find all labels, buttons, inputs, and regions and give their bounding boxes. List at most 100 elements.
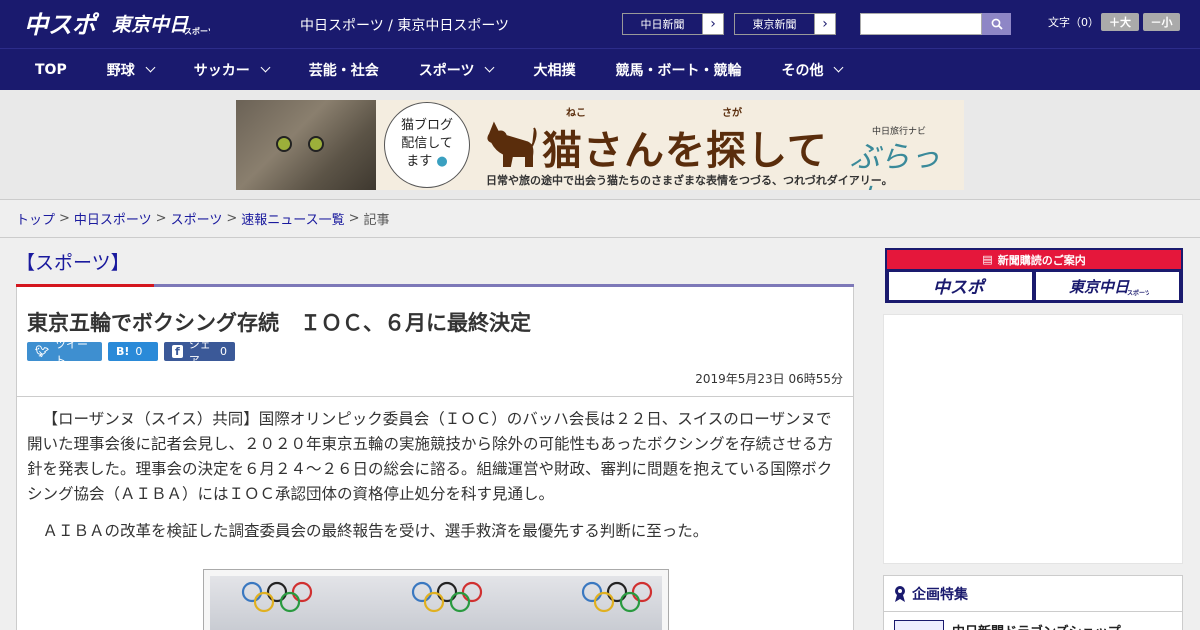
olympic-rings-icon xyxy=(241,581,313,613)
subscribe-tokyo-chunichi-link[interactable]: 東京中日 スポーツ xyxy=(1036,272,1179,300)
paw-icon: ● xyxy=(436,154,448,169)
breadcrumb-link[interactable]: 速報ニュース一覧 xyxy=(241,209,344,228)
cat-eye xyxy=(276,136,292,152)
cat-blog-banner-ad[interactable]: 猫ブログ 配信して ます ● ねこ さが 猫さんを探して 日常や旅の途中で出会う… xyxy=(236,100,964,190)
subscription-heading: ▤ 新聞購読のご案内 xyxy=(887,250,1181,269)
svg-text:スポーツ: スポーツ xyxy=(184,26,210,36)
cat-eye xyxy=(308,136,324,152)
feature-thumbnail xyxy=(894,620,944,630)
feature-box: 企画特集 中日新聞ドラゴンズショップ xyxy=(883,575,1183,630)
breadcrumb: トップ > 中日スポーツ > スポーツ > 速報ニュース一覧 > 記事 xyxy=(0,200,1200,238)
feature-item-label: 中日新聞ドラゴンズショップ xyxy=(952,621,1121,630)
olympic-rings-icon xyxy=(581,581,653,613)
facebook-icon: f xyxy=(172,345,183,358)
nav-item-label: TOP xyxy=(35,61,67,78)
nav-item-soccer[interactable]: サッカー xyxy=(193,60,271,80)
breadcrumb-link[interactable]: 中日スポーツ xyxy=(74,209,152,228)
breadcrumb-link[interactable]: スポーツ xyxy=(171,209,223,228)
twitter-icon: 🐦︎ xyxy=(35,345,49,358)
facebook-share-button[interactable]: f シェア 0 xyxy=(164,338,235,367)
top-bar: 中スポ 東京中日 スポーツ 中日スポーツ / 東京中日スポーツ 中日新聞 › 東… xyxy=(0,0,1200,48)
publish-date: 2019年5月23日 06時55分 xyxy=(695,372,843,386)
sidebar-ad-slot[interactable] xyxy=(883,314,1183,564)
chuspo-logo: 中スポ xyxy=(933,278,987,297)
bubble-line: 配信して xyxy=(401,136,453,151)
subscription-box: ▤ 新聞購読のご案内 中スポ 東京中日 スポーツ xyxy=(885,248,1183,303)
nav-item-entertainment[interactable]: 芸能・社会 xyxy=(309,60,379,80)
svg-text:東京中日: 東京中日 xyxy=(1069,278,1130,296)
search-icon xyxy=(991,18,1003,30)
breadcrumb-link[interactable]: トップ xyxy=(16,209,55,228)
article-photo[interactable] xyxy=(203,569,669,630)
olympic-rings-icon xyxy=(411,581,483,613)
article-body: 【ローザンヌ（スイス）共同】国際オリンピック委員会（ＩＯＣ）のバッハ会長は２２日… xyxy=(27,407,845,556)
chevron-down-icon xyxy=(145,62,156,73)
subscription-heading-label: 新聞購読のご案内 xyxy=(997,253,1086,267)
font-size-decrease-button[interactable]: －小 xyxy=(1143,13,1180,31)
svg-text:中スポ: 中スポ xyxy=(933,278,987,297)
chevron-right-icon: › xyxy=(703,14,723,34)
article-paragraph: 【ローザンヌ（スイス）共同】国際オリンピック委員会（ＩＯＣ）のバッハ会長は２２日… xyxy=(27,410,834,503)
nav-item-sports[interactable]: スポーツ xyxy=(419,60,495,80)
divider xyxy=(17,396,853,397)
newspaper-icon: ▤ xyxy=(982,253,993,266)
nav-item-label: 競馬・ボート・競輪 xyxy=(615,62,742,79)
svg-text:スポーツ: スポーツ xyxy=(1127,289,1149,297)
search-button[interactable] xyxy=(982,13,1011,35)
tokyo-chunichi-sports-logo[interactable]: 東京中日 スポーツ xyxy=(112,10,210,38)
cat-silhouette-icon xyxy=(487,121,537,167)
bubble-line: ます ● xyxy=(406,154,448,169)
bubble-line: 猫ブログ xyxy=(400,118,453,133)
photo-image xyxy=(210,576,662,630)
medal-icon xyxy=(895,585,905,602)
banner-title: 猫さんを探して xyxy=(542,128,828,174)
article-headline: 東京五輪でボクシング存続 ＩＯＣ、６月に最終決定 xyxy=(27,311,531,335)
feature-heading: 企画特集 xyxy=(884,576,1182,612)
font-size-increase-button[interactable]: ＋大 xyxy=(1101,13,1139,31)
chevron-down-icon xyxy=(485,62,495,73)
tokyo-shimbun-label: 東京新聞 xyxy=(735,14,815,34)
font-size-label: 文字（0） xyxy=(1048,16,1099,29)
chevron-down-icon xyxy=(834,62,844,73)
svg-text:中スポ: 中スポ xyxy=(24,11,100,38)
nav-item-label: 大相撲 xyxy=(533,62,576,79)
tokyo-chunichi-sports-logo: 東京中日 スポーツ xyxy=(1069,278,1149,297)
chevron-down-icon xyxy=(260,62,271,73)
nav-item-label: サッカー xyxy=(193,62,250,79)
banner-ruby: さが xyxy=(722,108,742,119)
nav-item-label: その他 xyxy=(781,62,824,79)
main-nav: TOP 野球 サッカー 芸能・社会 スポーツ 大相撲 競馬・ボート・競輪 その他 xyxy=(0,48,1200,90)
article-paragraph: ＡＩＢＡの改革を検証した調査委員会の最終報告を受け、選手救済を最優先する判断に至… xyxy=(42,522,709,540)
banner-brand: ぶらっ人 xyxy=(850,140,940,190)
hatena-count: 0 xyxy=(135,345,143,358)
nav-item-other[interactable]: その他 xyxy=(781,60,844,80)
tweet-label: ツイート xyxy=(54,337,88,367)
search-input[interactable] xyxy=(860,13,982,35)
facebook-share-count: 0 xyxy=(220,345,227,358)
cat-photo xyxy=(236,100,376,190)
feature-item-dragons-shop[interactable]: 中日新聞ドラゴンズショップ xyxy=(884,612,1182,630)
nav-item-racing[interactable]: 競馬・ボート・競輪 xyxy=(615,60,741,80)
svg-text:東京中日: 東京中日 xyxy=(112,14,189,36)
banner-ruby: ねこ xyxy=(566,108,586,119)
banner-area: 猫ブログ 配信して ます ● ねこ さが 猫さんを探して 日常や旅の途中で出会う… xyxy=(0,90,1200,200)
nav-item-top[interactable]: TOP xyxy=(35,62,67,78)
banner-subtitle: 日常や旅の途中で出会う猫たちのさまざまな表情をつづる、つれづれダイアリー。 xyxy=(486,174,893,187)
nav-item-baseball[interactable]: 野球 xyxy=(106,60,156,80)
tokyo-shimbun-link[interactable]: 東京新聞 › xyxy=(734,13,836,35)
facebook-share-label: シェア xyxy=(188,337,211,367)
chevron-right-icon: › xyxy=(815,14,835,34)
nav-item-label: 野球 xyxy=(106,62,135,79)
feature-heading-label: 企画特集 xyxy=(912,586,968,603)
site-title: 中日スポーツ / 東京中日スポーツ xyxy=(300,18,510,34)
nav-item-sumo[interactable]: 大相撲 xyxy=(533,60,575,80)
chuspo-logo[interactable]: 中スポ xyxy=(24,8,100,38)
chunichi-shimbun-link[interactable]: 中日新聞 › xyxy=(622,13,724,35)
article: 東京五輪でボクシング存続 ＩＯＣ、６月に最終決定 🐦︎ ツイート B! 0 f … xyxy=(16,287,854,630)
hatena-icon: B! xyxy=(116,345,130,358)
tweet-button[interactable]: 🐦︎ ツイート xyxy=(27,338,102,367)
subscribe-chuspo-link[interactable]: 中スポ xyxy=(889,272,1032,300)
hatena-bookmark-button[interactable]: B! 0 xyxy=(108,342,158,361)
nav-item-label: 芸能・社会 xyxy=(308,62,379,79)
breadcrumb-current: 記事 xyxy=(363,213,390,228)
